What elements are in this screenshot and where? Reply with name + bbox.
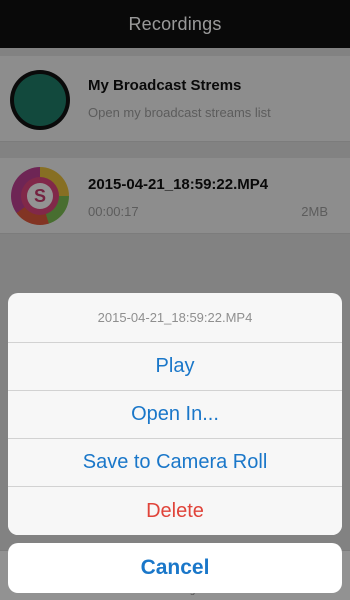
cancel-button[interactable]: Cancel (8, 543, 342, 593)
action-sheet: 2015-04-21_18:59:22.MP4 Play Open In... … (8, 293, 342, 535)
action-sheet-title: 2015-04-21_18:59:22.MP4 (8, 293, 342, 343)
play-button[interactable]: Play (8, 343, 342, 391)
open-in-button[interactable]: Open In... (8, 391, 342, 439)
save-to-camera-roll-button[interactable]: Save to Camera Roll (8, 439, 342, 487)
delete-button[interactable]: Delete (8, 487, 342, 535)
